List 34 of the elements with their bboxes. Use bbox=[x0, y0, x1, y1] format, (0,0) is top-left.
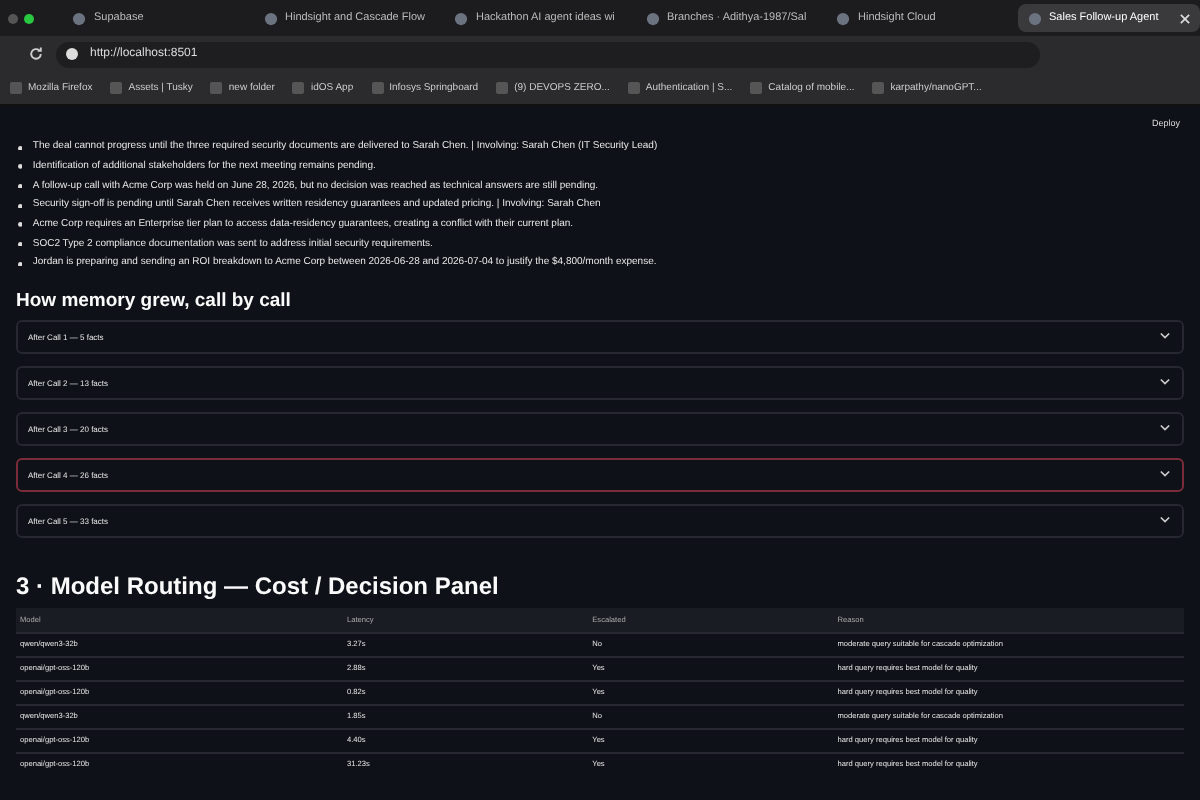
chevron-icon bbox=[1160, 424, 1170, 433]
bookmark-icon bbox=[292, 82, 305, 94]
bookmark-icon bbox=[750, 82, 763, 94]
window-dot[interactable] bbox=[8, 13, 18, 23]
bookmark-icon bbox=[872, 82, 885, 94]
site-icon bbox=[645, 11, 659, 25]
bookmark-icon bbox=[210, 82, 223, 94]
bullet-icon bbox=[18, 145, 23, 151]
bullet-icon bbox=[18, 242, 23, 247]
chevron-icon bbox=[1160, 378, 1170, 387]
reload-icon[interactable] bbox=[28, 46, 44, 62]
site-icon bbox=[263, 11, 277, 25]
bullet-icon bbox=[18, 184, 23, 189]
bullet-icon bbox=[18, 203, 23, 209]
info-icon bbox=[66, 48, 78, 60]
site-icon bbox=[836, 11, 850, 25]
section-heading: How memory grew, call by call bbox=[16, 289, 293, 312]
bookmark-icon bbox=[627, 82, 640, 94]
bullet-icon bbox=[18, 261, 23, 267]
close-icon[interactable] bbox=[1180, 13, 1190, 23]
bullet-icon bbox=[18, 222, 23, 228]
site-icon bbox=[454, 11, 468, 25]
chevron-icon bbox=[1160, 516, 1170, 525]
chevron-icon bbox=[1160, 470, 1170, 479]
bullet-icon bbox=[18, 164, 23, 170]
chevron-icon bbox=[1160, 332, 1170, 341]
window-dot[interactable] bbox=[24, 13, 34, 23]
bookmark-icon bbox=[496, 82, 509, 94]
bookmark-icon bbox=[371, 82, 384, 94]
site-icon bbox=[72, 11, 86, 25]
bookmark-icon bbox=[110, 82, 123, 94]
site-icon bbox=[1027, 11, 1041, 25]
bookmark-icon bbox=[10, 82, 22, 94]
section-heading: 3 · Model Routing — Cost / Decision Panel bbox=[16, 571, 501, 600]
